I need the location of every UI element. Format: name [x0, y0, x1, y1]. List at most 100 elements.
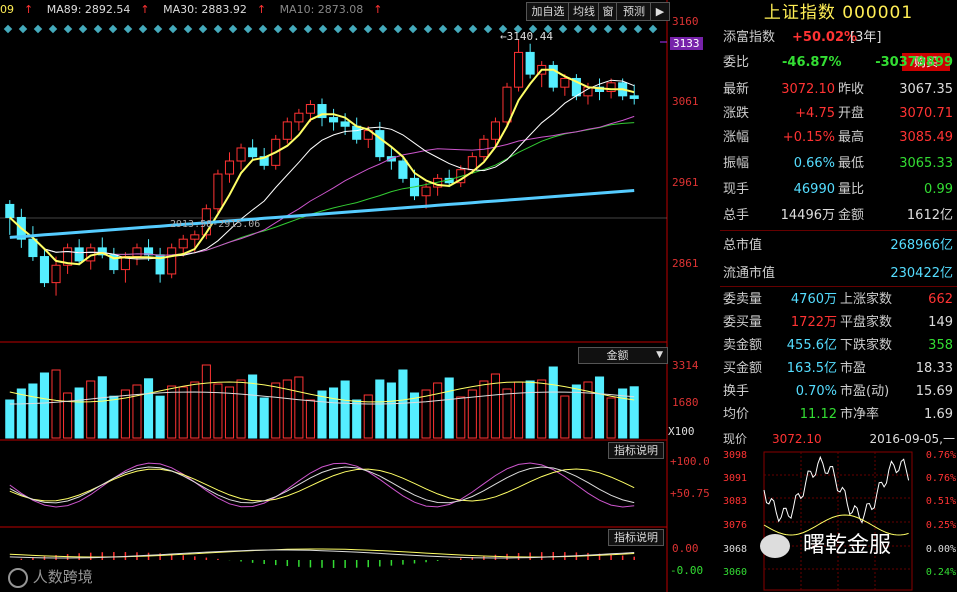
intraday-price-line	[763, 455, 910, 524]
volume-bar	[271, 382, 281, 439]
volume-bar	[109, 395, 119, 439]
high-annotation: ←3140.44	[500, 30, 553, 43]
event-marker-icon	[258, 24, 268, 34]
mini-chart-header: 现价 3072.10 2016-09-05,一	[723, 432, 955, 446]
index-title: 上证指数 000001	[763, 3, 914, 23]
volume-bar	[236, 379, 246, 439]
candle-body	[51, 264, 61, 284]
event-marker-icon	[453, 24, 463, 34]
candle-body	[282, 121, 292, 140]
candle-body	[629, 95, 639, 99]
divider	[720, 286, 957, 287]
candle-body	[548, 64, 558, 88]
volume-bar	[132, 384, 142, 439]
event-marker-icon	[303, 24, 313, 34]
event-marker-icon	[393, 24, 403, 34]
event-marker-icon	[408, 24, 418, 34]
event-marker-icon	[348, 24, 358, 34]
event-marker-icon	[318, 24, 328, 34]
event-marker-icon	[363, 24, 373, 34]
event-marker-icon	[333, 24, 343, 34]
sell-vol-row: 委卖量 4760万 上涨家数 662	[723, 292, 953, 307]
indicator-explain-button[interactable]: 指标说明	[608, 529, 664, 546]
dropdown-arrow-icon: ▼	[656, 350, 663, 360]
volume-bar	[190, 381, 200, 439]
window-button[interactable]: 窗	[598, 2, 618, 21]
volume-bar	[594, 376, 605, 439]
volume-bar	[386, 382, 396, 439]
volume-bar	[28, 383, 38, 439]
candle-body	[236, 147, 246, 162]
ma-line-button[interactable]: 均线	[568, 2, 600, 21]
volume-bar	[340, 380, 350, 439]
candle-body	[5, 203, 15, 218]
indicator-explain-button[interactable]: 指标说明	[608, 442, 664, 459]
volume-bar	[548, 366, 558, 439]
event-marker-icon	[243, 24, 253, 34]
ma-up-arrow-icon: ↑	[24, 3, 34, 16]
event-marker-icon	[588, 24, 598, 34]
forecast-button[interactable]: 预测	[616, 2, 652, 21]
volume-bar	[456, 396, 466, 439]
price-axis-current: 3133	[670, 37, 703, 50]
candle-body	[479, 138, 489, 158]
volume-bar	[433, 382, 443, 439]
candle-body	[375, 130, 385, 158]
volume-bar	[143, 378, 154, 439]
buy-vol-row: 委买量 1722万 平盘家数 149	[723, 315, 953, 330]
volume-bar	[502, 388, 512, 439]
volume-bar	[97, 376, 107, 439]
event-marker-icon	[603, 24, 613, 34]
price-axis-label: 2861	[672, 257, 699, 270]
quote-panel: 上证指数 000001 添富指数 +50.02% [3年] 购买 委比 -46.…	[720, 0, 957, 592]
volume-bar	[178, 386, 188, 439]
volume-bar	[317, 390, 327, 439]
volume-bar	[86, 380, 96, 439]
candle-body	[178, 238, 188, 249]
volume-bar	[525, 380, 535, 439]
volume-bar	[294, 376, 304, 439]
watermark-logo-icon	[8, 567, 28, 588]
event-marker-icon	[558, 24, 568, 34]
candle-body	[421, 186, 431, 197]
event-marker-icon	[483, 24, 493, 34]
ma10-up-arrow-icon: ↑	[373, 3, 383, 16]
hand-row: 现手 46990 量比 0.99	[723, 182, 953, 197]
indicator-axis-label: 0.00	[672, 542, 699, 555]
ma-first-label: 09	[0, 3, 14, 16]
watermark-right: 曙乾金服	[760, 527, 891, 559]
candle-body	[340, 121, 350, 127]
volume-bar	[63, 392, 73, 439]
kline-chart[interactable]	[0, 0, 720, 592]
volume-selector[interactable]: 金额 ▼	[578, 347, 668, 364]
volume-bar	[352, 399, 362, 439]
candle-body	[132, 247, 142, 258]
add-watchlist-button[interactable]: 加自选	[526, 2, 570, 21]
candle-body	[248, 147, 258, 158]
event-marker-icon	[78, 24, 88, 34]
event-marker-icon	[108, 24, 118, 34]
event-marker-icon	[423, 24, 433, 34]
ma10-label: MA10: 2873.08	[279, 3, 364, 16]
event-marker-icon	[138, 24, 148, 34]
event-marker-icon	[438, 24, 448, 34]
indicator-axis-label: -0.00	[670, 564, 704, 577]
ma30-up-arrow-icon: ↑	[256, 3, 267, 16]
candle-body	[560, 77, 570, 88]
event-marker-icon	[648, 24, 658, 34]
intraday-mini-chart[interactable]	[720, 450, 957, 592]
volume-unit-label: X100	[668, 425, 695, 438]
event-marker-icon	[33, 24, 43, 34]
volume-bar	[155, 395, 165, 439]
event-marker-icon	[198, 24, 208, 34]
expand-arrow-icon[interactable]: ▶	[650, 2, 670, 21]
pct-row: 涨幅 +0.15% 最高 3085.49	[723, 130, 953, 145]
ma60-line	[9, 122, 635, 256]
candle-body	[294, 112, 304, 123]
candle-body	[167, 247, 177, 275]
event-marker-icon	[153, 24, 163, 34]
candle-body	[305, 104, 315, 114]
candle-body	[329, 117, 339, 123]
indicator-axis-label: +50.75	[670, 487, 710, 500]
volume-bar	[224, 386, 235, 439]
